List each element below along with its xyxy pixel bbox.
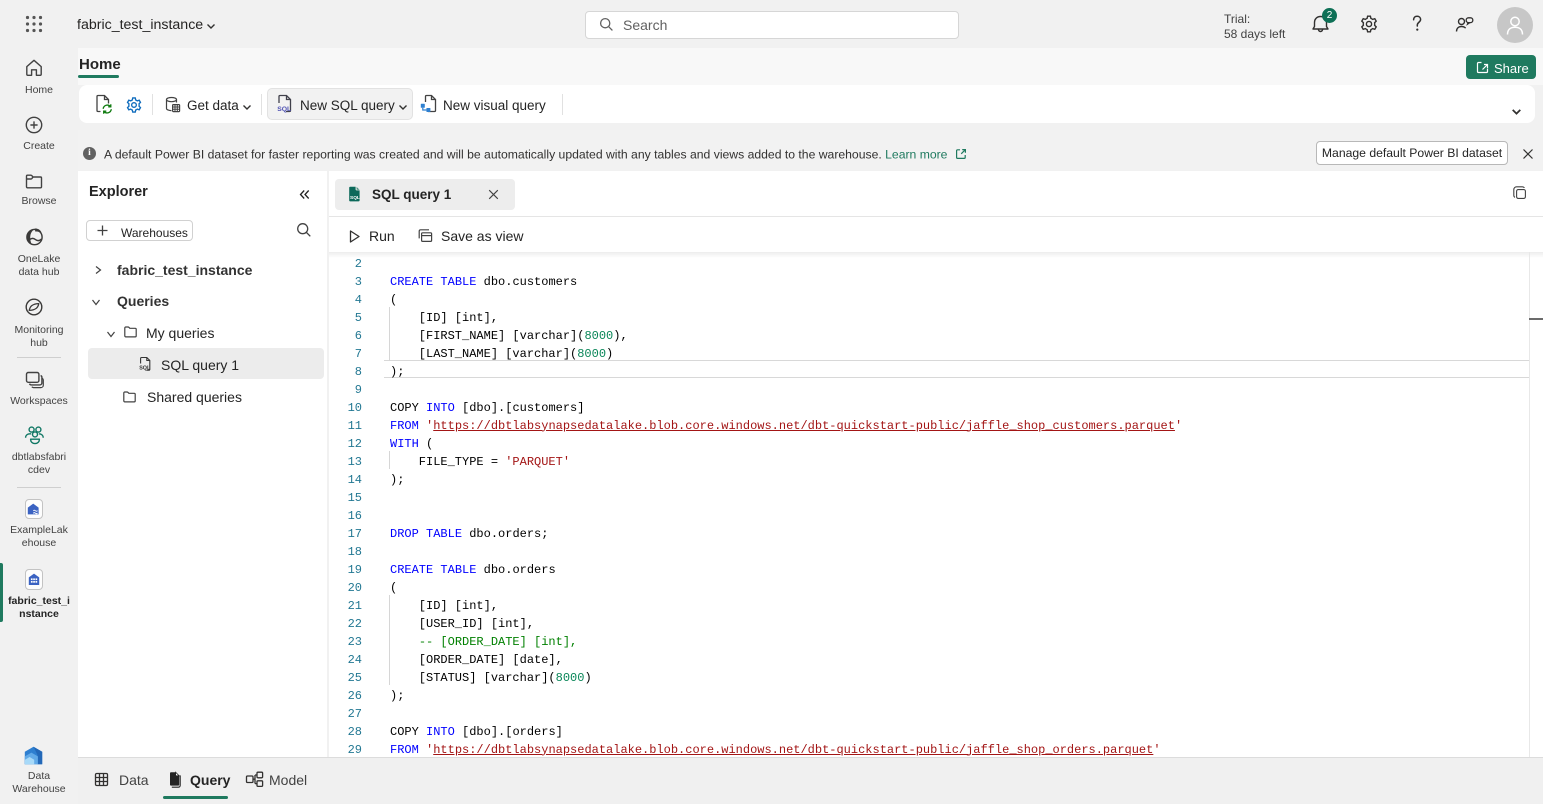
svg-text:SQL: SQL [350, 195, 360, 201]
svg-text:SQL: SQL [277, 106, 291, 113]
svg-text:SQL: SQL [139, 366, 151, 372]
